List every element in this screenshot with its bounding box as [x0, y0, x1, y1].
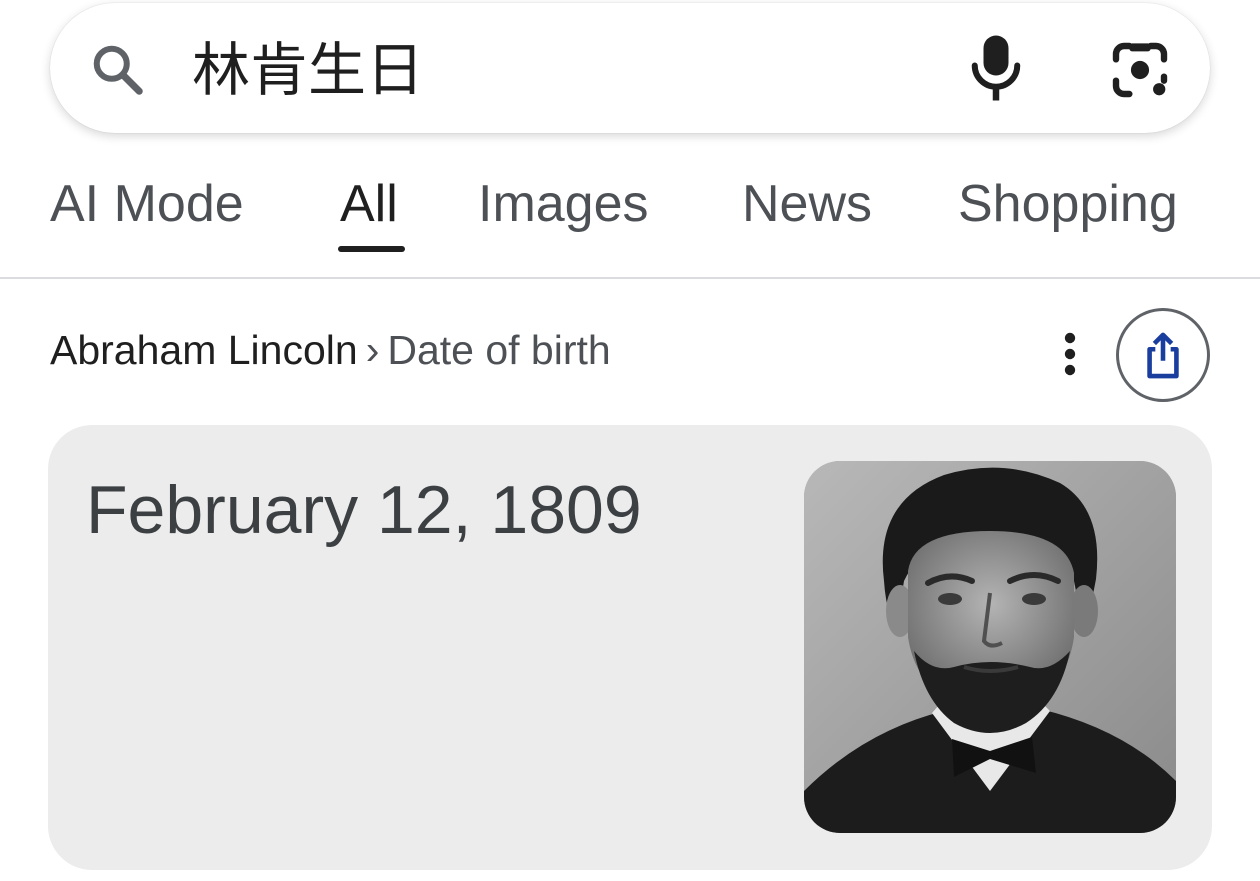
search-tabs: AI Mode All Images News Shopping: [0, 160, 1260, 278]
breadcrumb-attribute: Date of birth: [387, 327, 611, 373]
answer-date-of-birth: February 12, 1809: [86, 472, 642, 548]
breadcrumb-separator: ›: [365, 327, 380, 373]
abraham-lincoln-portrait[interactable]: [804, 461, 1176, 833]
breadcrumb-entity[interactable]: Abraham Lincoln: [50, 327, 358, 373]
breadcrumb: Abraham Lincoln › Date of birth: [50, 322, 611, 378]
tab-shopping[interactable]: Shopping: [958, 172, 1178, 236]
tab-ai-mode[interactable]: AI Mode: [50, 172, 244, 236]
portrait-image: [804, 461, 1176, 833]
tabs-divider: [0, 277, 1260, 279]
search-results-page: AI Mode All Images News Shopping Abraham…: [0, 0, 1260, 881]
tab-all[interactable]: All: [340, 172, 398, 236]
share-icon: [1147, 332, 1179, 379]
google-lens-icon[interactable]: [1108, 38, 1172, 102]
share-button[interactable]: [1116, 308, 1210, 402]
search-icon[interactable]: [88, 40, 148, 100]
microphone-icon[interactable]: [966, 33, 1026, 103]
tab-images[interactable]: Images: [478, 172, 649, 236]
more-vertical-icon[interactable]: [1052, 330, 1088, 378]
answer-card: February 12, 1809: [48, 425, 1212, 870]
active-tab-indicator: [338, 246, 405, 252]
tab-news[interactable]: News: [742, 172, 872, 236]
search-input[interactable]: [192, 30, 892, 110]
